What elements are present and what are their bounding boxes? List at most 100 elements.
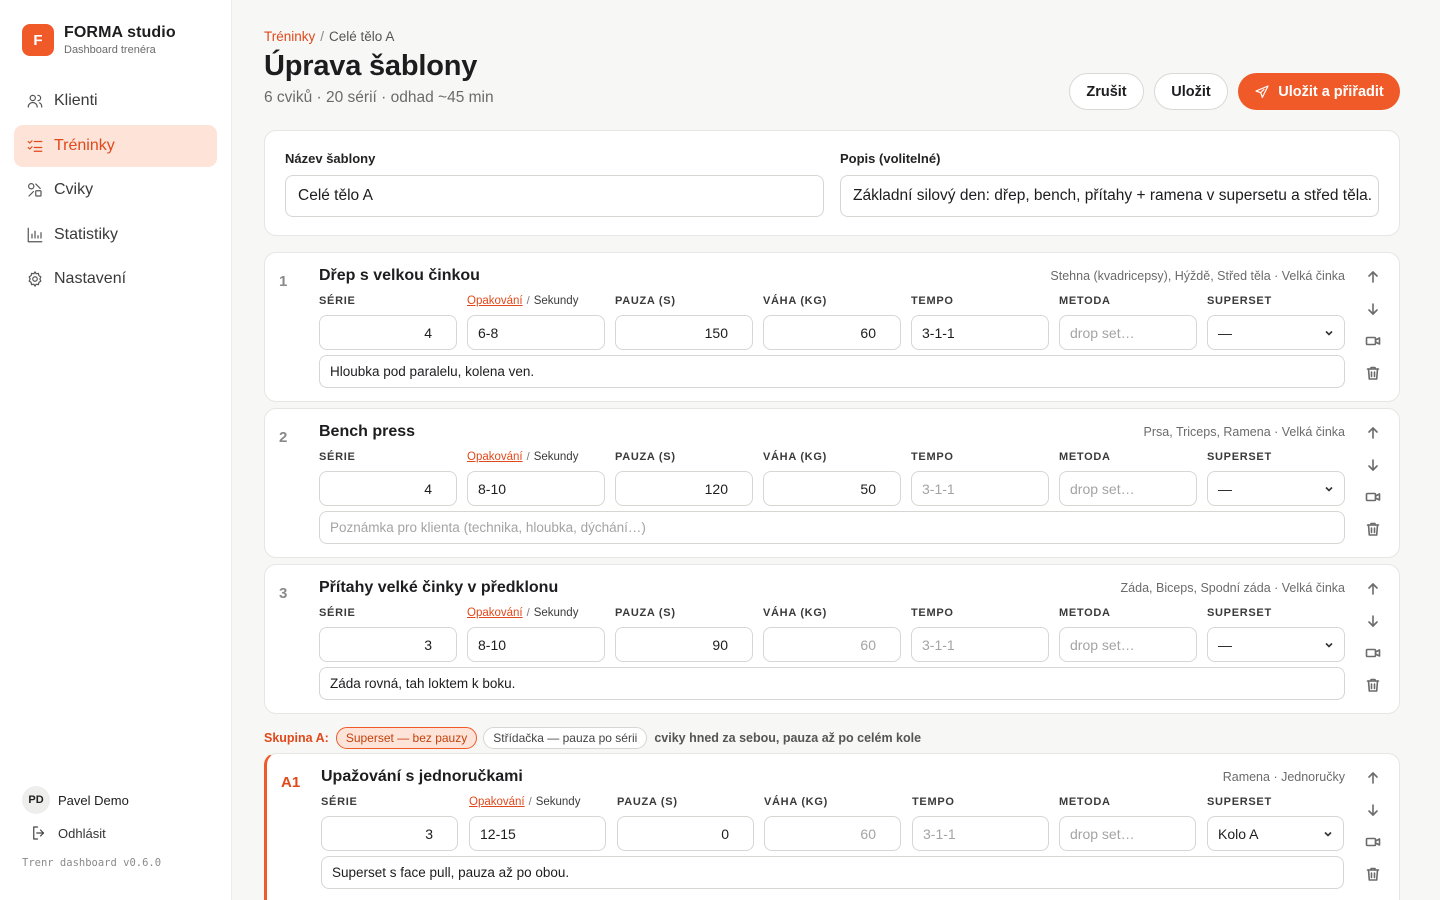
- pause-input[interactable]: 0: [617, 816, 754, 851]
- reps-mode-reps[interactable]: Opakování: [469, 796, 525, 808]
- arrow-down-icon[interactable]: [1365, 613, 1381, 629]
- col-reps-label: Opakování / Sekundy: [467, 607, 579, 619]
- arrow-up-icon[interactable]: [1365, 269, 1381, 285]
- superset-select[interactable]: —: [1207, 315, 1345, 350]
- tempo-input[interactable]: 3-1-1: [911, 471, 1049, 506]
- method-input[interactable]: drop set…: [1059, 315, 1197, 350]
- weight-input[interactable]: 60: [764, 816, 901, 851]
- template-name-input[interactable]: Celé tělo A: [285, 175, 824, 217]
- trash-icon[interactable]: [1365, 866, 1381, 882]
- method-input[interactable]: drop set…: [1059, 627, 1197, 662]
- exercise-name: Upažování s jednoručkami: [321, 768, 523, 785]
- logout-button[interactable]: Odhlásit: [30, 824, 106, 842]
- series-input[interactable]: 3: [321, 816, 458, 851]
- exercise-number: 3: [279, 585, 288, 602]
- breadcrumb-current: Celé tělo A: [329, 29, 395, 44]
- pause-input[interactable]: 150: [615, 315, 753, 350]
- exercise-number: 1: [279, 273, 288, 290]
- reps-input[interactable]: 8-10: [467, 471, 605, 506]
- weight-input[interactable]: 50: [763, 471, 901, 506]
- tempo-input[interactable]: 3-1-1: [911, 627, 1049, 662]
- breadcrumb-separator: /: [320, 29, 325, 44]
- nav-label: Tréninky: [54, 136, 115, 154]
- video-icon[interactable]: [1365, 333, 1381, 349]
- col-superset-label: SUPERSET: [1207, 451, 1272, 463]
- save-assign-button[interactable]: Uložit a přiřadit: [1238, 73, 1400, 110]
- col-weight-label: VÁHA (KG): [763, 607, 827, 619]
- brand-subtitle: Dashboard trenéra: [64, 44, 156, 56]
- note-input[interactable]: Superset s face pull, pauza až po obou.: [321, 856, 1344, 889]
- reps-mode-seconds[interactable]: Sekundy: [534, 451, 579, 463]
- nav-label: Nastavení: [54, 270, 127, 287]
- superset-value: —: [1218, 480, 1232, 497]
- nav-label: Cviky: [54, 181, 94, 198]
- video-icon[interactable]: [1365, 645, 1381, 661]
- exercise-tools: [1365, 581, 1383, 709]
- logout-label: Odhlásit: [58, 825, 106, 841]
- trash-icon[interactable]: [1365, 365, 1381, 381]
- group-mode-alternating[interactable]: Střídačka — pauza po sérii: [483, 726, 648, 749]
- arrow-down-icon[interactable]: [1365, 802, 1381, 818]
- arrow-up-icon[interactable]: [1365, 425, 1381, 441]
- reps-mode-seconds[interactable]: Sekundy: [534, 607, 579, 619]
- nav-item-klienti[interactable]: Klienti: [14, 80, 217, 122]
- col-method-label: METODA: [1059, 451, 1111, 463]
- tempo-input[interactable]: 3-1-1: [911, 315, 1049, 350]
- brand-title: FORMA studio: [64, 24, 176, 41]
- save-assign-label: Uložit a přiřadit: [1278, 83, 1384, 100]
- exercise-tools: [1365, 770, 1383, 898]
- arrow-up-icon[interactable]: [1365, 770, 1381, 786]
- trash-icon[interactable]: [1365, 677, 1381, 693]
- video-icon[interactable]: [1365, 834, 1381, 850]
- gear-icon: [28, 271, 42, 287]
- nav-item-nastaveni[interactable]: Nastavení: [14, 258, 217, 300]
- template-description-input[interactable]: Základní silový den: dřep, bench, přítah…: [840, 175, 1379, 217]
- save-button[interactable]: Uložit: [1154, 73, 1228, 110]
- breadcrumb-parent[interactable]: Tréninky: [264, 29, 315, 44]
- nav-item-cviky[interactable]: Cviky: [14, 169, 217, 211]
- note-input[interactable]: Záda rovná, tah loktem k boku.: [319, 667, 1345, 700]
- col-series-label: SÉRIE: [321, 796, 358, 808]
- video-icon[interactable]: [1365, 489, 1381, 505]
- pause-input[interactable]: 120: [615, 471, 753, 506]
- trash-icon[interactable]: [1365, 521, 1381, 537]
- reps-input[interactable]: 12-15: [469, 816, 606, 851]
- series-input[interactable]: 3: [319, 627, 457, 662]
- col-tempo-label: TEMPO: [912, 796, 955, 808]
- brand[interactable]: F FORMA studio Dashboard trenéra: [22, 24, 176, 56]
- reps-mode-reps[interactable]: Opakování: [467, 451, 523, 463]
- series-input[interactable]: 4: [319, 471, 457, 506]
- reps-mode-seconds[interactable]: Sekundy: [534, 295, 579, 307]
- reps-mode-reps[interactable]: Opakování: [467, 295, 523, 307]
- superset-select[interactable]: —: [1207, 471, 1345, 506]
- arrow-down-icon[interactable]: [1365, 457, 1381, 473]
- note-input[interactable]: Poznámka pro klienta (technika, hloubka,…: [319, 511, 1345, 544]
- reps-input[interactable]: 8-10: [467, 627, 605, 662]
- group-mode-superset[interactable]: Superset — bez pauzy: [335, 726, 478, 749]
- reps-mode-reps[interactable]: Opakování: [467, 607, 523, 619]
- exercise-card: 3 Přítahy velké činky v předklonu Záda, …: [264, 564, 1400, 714]
- col-pause-label: PAUZA (S): [615, 295, 676, 307]
- nav-item-statistiky[interactable]: Statistiky: [14, 214, 217, 256]
- pause-input[interactable]: 90: [615, 627, 753, 662]
- nav-item-treninky[interactable]: Tréninky: [14, 124, 217, 167]
- method-input[interactable]: drop set…: [1059, 816, 1196, 851]
- weight-input[interactable]: 60: [763, 315, 901, 350]
- note-input[interactable]: Hloubka pod paralelu, kolena ven.: [319, 355, 1345, 388]
- col-tempo-label: TEMPO: [911, 451, 954, 463]
- superset-select[interactable]: Kolo A: [1207, 816, 1344, 851]
- series-input[interactable]: 4: [319, 315, 457, 350]
- reps-mode-seconds[interactable]: Sekundy: [536, 796, 581, 808]
- tempo-input[interactable]: 3-1-1: [912, 816, 1049, 851]
- arrow-up-icon[interactable]: [1365, 581, 1381, 597]
- superset-select[interactable]: —: [1207, 627, 1345, 662]
- page-subtitle: 6 cviků · 20 sérií · odhad ~45 min: [264, 89, 494, 106]
- col-pause-label: PAUZA (S): [615, 451, 676, 463]
- arrow-down-icon[interactable]: [1365, 301, 1381, 317]
- method-input[interactable]: drop set…: [1059, 471, 1197, 506]
- weight-input[interactable]: 60: [763, 627, 901, 662]
- cancel-button[interactable]: Zrušit: [1069, 73, 1144, 110]
- exercise-card: 1 Dřep s velkou činkou Stehna (kvadricep…: [264, 252, 1400, 402]
- reps-input[interactable]: 6-8: [467, 315, 605, 350]
- user-profile[interactable]: PD Pavel Demo: [22, 786, 129, 814]
